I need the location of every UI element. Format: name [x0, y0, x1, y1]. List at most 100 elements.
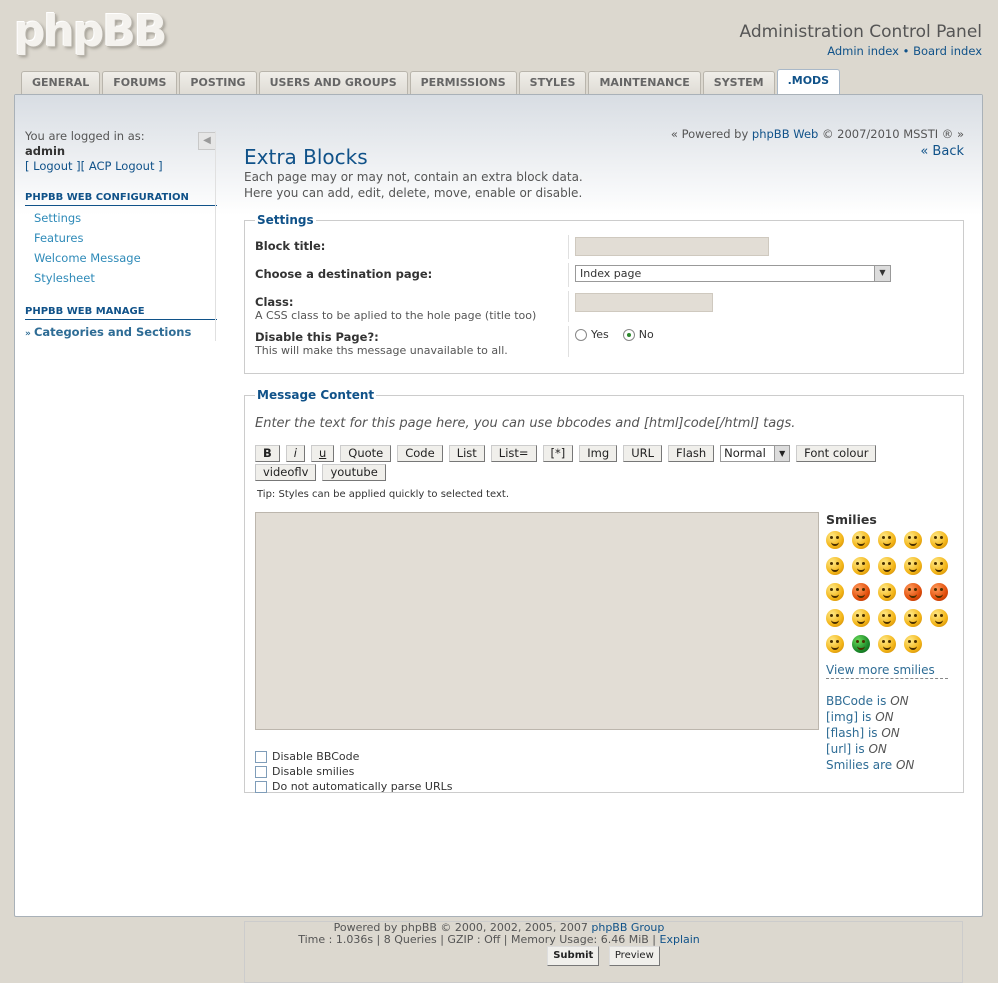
smile-wink-icon[interactable]	[878, 531, 896, 549]
underline-button[interactable]: u	[310, 445, 335, 462]
preview-button[interactable]: Preview	[608, 946, 660, 966]
smile-geek-icon[interactable]	[878, 635, 896, 653]
user-info: You are logged in as: admin [ Logout ][ …	[25, 129, 217, 174]
tab-forums[interactable]: FORUMS	[102, 71, 178, 95]
bbcode-toolbar: B i u Quote Code List List= [*] Img URL …	[255, 445, 915, 483]
tab-maintenance[interactable]: MAINTENANCE	[588, 71, 701, 95]
smilies-title: Smilies	[826, 512, 877, 527]
block-title-input[interactable]	[575, 237, 769, 256]
sidebar-item-welcome-message[interactable]: Welcome Message	[25, 248, 217, 268]
intro-line-2: Here you can add, edit, delete, move, en…	[244, 186, 583, 200]
admin-index-link[interactable]: Admin index	[827, 44, 899, 58]
radio-yes[interactable]	[575, 329, 587, 341]
smile-biggrin-icon[interactable]	[826, 531, 844, 549]
row-block-title: Block title:	[255, 235, 953, 259]
bbcode-status: BBCode is ON [img] is ON [flash] is ON […	[826, 694, 915, 772]
bold-button[interactable]: B	[255, 445, 280, 462]
tab-system[interactable]: SYSTEM	[702, 71, 775, 95]
class-explain: A CSS class to be aplied to the hole pag…	[255, 309, 537, 322]
separator: •	[902, 44, 910, 58]
list-item-button[interactable]: [*]	[542, 445, 574, 462]
smile-razz-icon[interactable]	[826, 583, 844, 601]
sidebar-item-categories[interactable]: » Categories and Sections	[25, 322, 217, 344]
smile-lol-icon[interactable]	[904, 557, 922, 575]
logout-link[interactable]: [ Logout ]	[25, 159, 81, 173]
smile-neutral-icon[interactable]	[826, 635, 844, 653]
config-heading: PHPBB WEB CONFIGURATION	[25, 192, 217, 206]
smile-eek-icon[interactable]	[826, 557, 844, 575]
disable-bbcode-checkbox[interactable]	[255, 750, 267, 763]
disable-urls-option[interactable]: Do not automatically parse URLs	[255, 780, 453, 793]
smile-cry-icon[interactable]	[878, 583, 896, 601]
smile-surprised-icon[interactable]	[930, 531, 948, 549]
tab-permissions[interactable]: PERMISSIONS	[409, 71, 517, 95]
smile-evil-icon[interactable]	[904, 583, 922, 601]
collapse-icon[interactable]: ◀	[198, 132, 216, 150]
font-size-select[interactable]: Normal ▼	[720, 445, 791, 462]
smile-arrow-icon[interactable]	[930, 609, 948, 627]
videoflv-button[interactable]: videoflv	[255, 464, 317, 481]
url-button[interactable]: URL	[623, 445, 663, 462]
disable-bbcode-option[interactable]: Disable BBCode	[255, 750, 453, 763]
tab-bar: GENERAL FORUMS POSTING USERS AND GROUPS …	[21, 69, 842, 96]
styles-tip: Tip: Styles can be applied quickly to se…	[257, 489, 510, 500]
smile-mad-icon[interactable]	[930, 557, 948, 575]
radio-no[interactable]	[622, 329, 635, 341]
quote-button[interactable]: Quote	[340, 445, 392, 462]
main-panel: You are logged in as: admin [ Logout ][ …	[14, 94, 983, 983]
tab-styles[interactable]: STYLES	[518, 71, 587, 95]
row-disable: Disable this Page?: This will make ths me…	[255, 326, 953, 357]
sidebar-divider	[215, 131, 216, 341]
chevron-down-icon: ▼	[774, 446, 790, 461]
tab-general[interactable]: GENERAL	[21, 71, 101, 95]
youtube-button[interactable]: youtube	[322, 464, 386, 481]
sidebar-item-features[interactable]: Features	[25, 228, 217, 248]
powered-by: « Powered by phpBB Web © 2007/2010 MSSTI…	[670, 127, 964, 141]
smile-cool-icon[interactable]	[878, 557, 896, 575]
smile-ugeek-icon[interactable]	[904, 635, 922, 653]
disable-smilies-option[interactable]: Disable smilies	[255, 765, 453, 778]
list-ordered-button[interactable]: List=	[490, 445, 537, 462]
smile-sad-icon[interactable]	[904, 531, 922, 549]
tab-users-and-groups[interactable]: USERS AND GROUPS	[258, 71, 408, 95]
username: admin	[25, 144, 66, 158]
disable-urls-checkbox[interactable]	[255, 780, 267, 793]
view-more-smilies-link[interactable]: View more smilies	[826, 663, 948, 679]
block-title-label: Block title:	[255, 239, 326, 253]
disable-smilies-checkbox[interactable]	[255, 765, 267, 778]
submit-button[interactable]: Submit	[547, 946, 600, 966]
smile-twisted-icon[interactable]	[930, 583, 948, 601]
smile-smile-icon[interactable]	[852, 531, 870, 549]
smile-exclaim-icon[interactable]	[852, 609, 870, 627]
footer: Powered by phpBB © 2000, 2002, 2005, 200…	[298, 921, 700, 946]
top-links: Admin index • Board index	[827, 44, 982, 58]
tab-mods[interactable]: .MODS	[776, 69, 841, 96]
smile-rolleyes-icon[interactable]	[826, 609, 844, 627]
img-button[interactable]: Img	[579, 445, 618, 462]
destination-label: Choose a destination page:	[255, 267, 433, 281]
sidebar-item-stylesheet[interactable]: Stylesheet	[25, 268, 217, 288]
tab-posting[interactable]: POSTING	[179, 71, 257, 95]
settings-legend: Settings	[257, 213, 314, 227]
board-index-link[interactable]: Board index	[913, 44, 982, 58]
sidebar: You are logged in as: admin [ Logout ][ …	[25, 129, 217, 344]
smile-confused-icon[interactable]	[852, 557, 870, 575]
explain-link[interactable]: Explain	[660, 933, 700, 946]
destination-select[interactable]: Index page ▼	[575, 265, 891, 282]
acp-logout-link[interactable]: [ ACP Logout ]	[81, 159, 163, 173]
list-button[interactable]: List	[448, 445, 485, 462]
back-link[interactable]: « Back	[920, 144, 964, 159]
message-textarea[interactable]	[255, 512, 819, 730]
smile-idea-icon[interactable]	[904, 609, 922, 627]
smile-mrgreen-icon[interactable]	[852, 635, 870, 653]
font-colour-button[interactable]: Font colour	[796, 445, 877, 462]
manage-heading: PHPBB WEB MANAGE	[25, 306, 217, 320]
italic-button[interactable]: i	[285, 445, 305, 462]
sidebar-item-settings[interactable]: Settings	[25, 208, 217, 228]
smile-question-icon[interactable]	[878, 609, 896, 627]
phpbb-web-link[interactable]: phpBB Web	[752, 127, 818, 141]
class-input[interactable]	[575, 293, 713, 312]
flash-button[interactable]: Flash	[668, 445, 715, 462]
smile-redface-icon[interactable]	[852, 583, 870, 601]
code-button[interactable]: Code	[397, 445, 443, 462]
